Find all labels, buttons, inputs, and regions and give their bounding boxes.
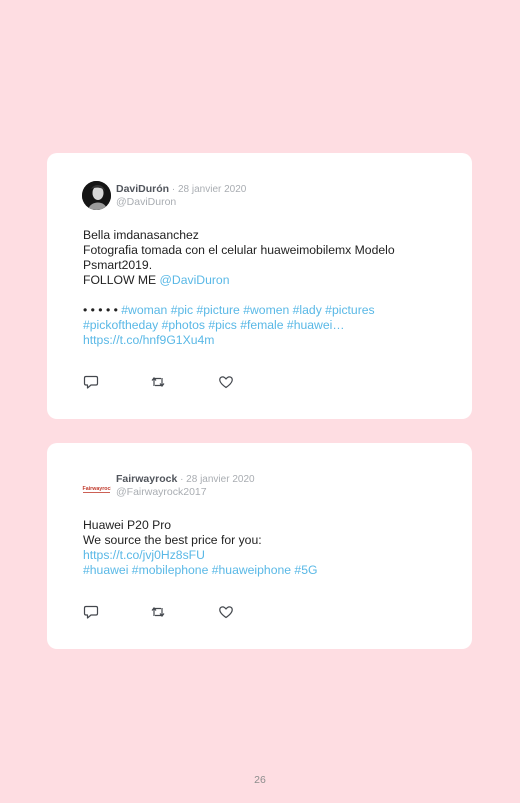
fairwayrock-logo: Fairwayrock [82, 474, 111, 503]
mention-link[interactable]: @DaviDuron [160, 273, 230, 287]
author-name[interactable]: Fairwayrock [116, 473, 177, 485]
reply-icon[interactable] [83, 604, 99, 620]
tweet-line: FOLLOW ME @DaviDuron [83, 273, 453, 288]
tweet-line: Huawei P20 Pro [83, 518, 172, 532]
page-number: 26 [254, 774, 266, 786]
author-line: DaviDurón · 28 janvier 2020 [116, 183, 246, 196]
retweet-icon[interactable] [150, 374, 166, 390]
tweet-text: Huawei P20 Pro We source the best price … [83, 518, 453, 578]
tweet-url-link[interactable]: https://t.co/hnf9G1Xu4m [83, 333, 453, 348]
avatar[interactable] [82, 181, 111, 210]
tweet-text: Bella imdanasanchez Fotografia tomada co… [83, 228, 453, 348]
author-name[interactable]: DaviDurón [116, 183, 169, 195]
tweet-line: Psmart2019. [83, 258, 153, 272]
tweet-date[interactable]: · 28 janvier 2020 [177, 474, 255, 485]
hashtag-links[interactable]: #pickoftheday #photos #pics #female #hua… [83, 318, 453, 333]
tweet-card: DaviDurón · 28 janvier 2020 @DaviDuron B… [47, 153, 472, 419]
tweet-line: We source the best price for you: [83, 533, 262, 547]
author-handle[interactable]: @Fairwayrock2017 [116, 486, 255, 499]
avatar[interactable]: Fairwayrock [82, 474, 111, 503]
hashtag-links[interactable]: #huawei #mobilephone #huaweiphone #5G [83, 563, 453, 578]
follow-text: FOLLOW ME [83, 273, 160, 287]
author-line: Fairwayrock · 28 janvier 2020 [116, 473, 255, 486]
reply-icon[interactable] [83, 374, 99, 390]
tweet-date[interactable]: · 28 janvier 2020 [169, 184, 247, 195]
heart-icon[interactable] [218, 604, 234, 620]
tweet-line: • • • • • #woman #pic #picture #women #l… [83, 303, 453, 318]
tweet-line: Fotografia tomada con el celular huaweim… [83, 243, 395, 257]
tweet-header: Fairwayrock · 28 janvier 2020 @Fairwayro… [116, 473, 255, 499]
svg-text:Fairwayrock: Fairwayrock [83, 486, 112, 492]
bullets-text: • • • • • [83, 303, 122, 317]
tweet-line: Bella imdanasanchez [83, 228, 199, 242]
author-handle[interactable]: @DaviDuron [116, 196, 246, 209]
tweet-header: DaviDurón · 28 janvier 2020 @DaviDuron [116, 183, 246, 209]
hashtag-links[interactable]: #woman #pic #picture #women #lady #pictu… [121, 303, 374, 317]
heart-icon[interactable] [218, 374, 234, 390]
tweet-card: Fairwayrock Fairwayrock · 28 janvier 202… [47, 443, 472, 649]
retweet-icon[interactable] [150, 604, 166, 620]
tweet-url-link[interactable]: https://t.co/jvj0Hz8sFU [83, 548, 453, 563]
